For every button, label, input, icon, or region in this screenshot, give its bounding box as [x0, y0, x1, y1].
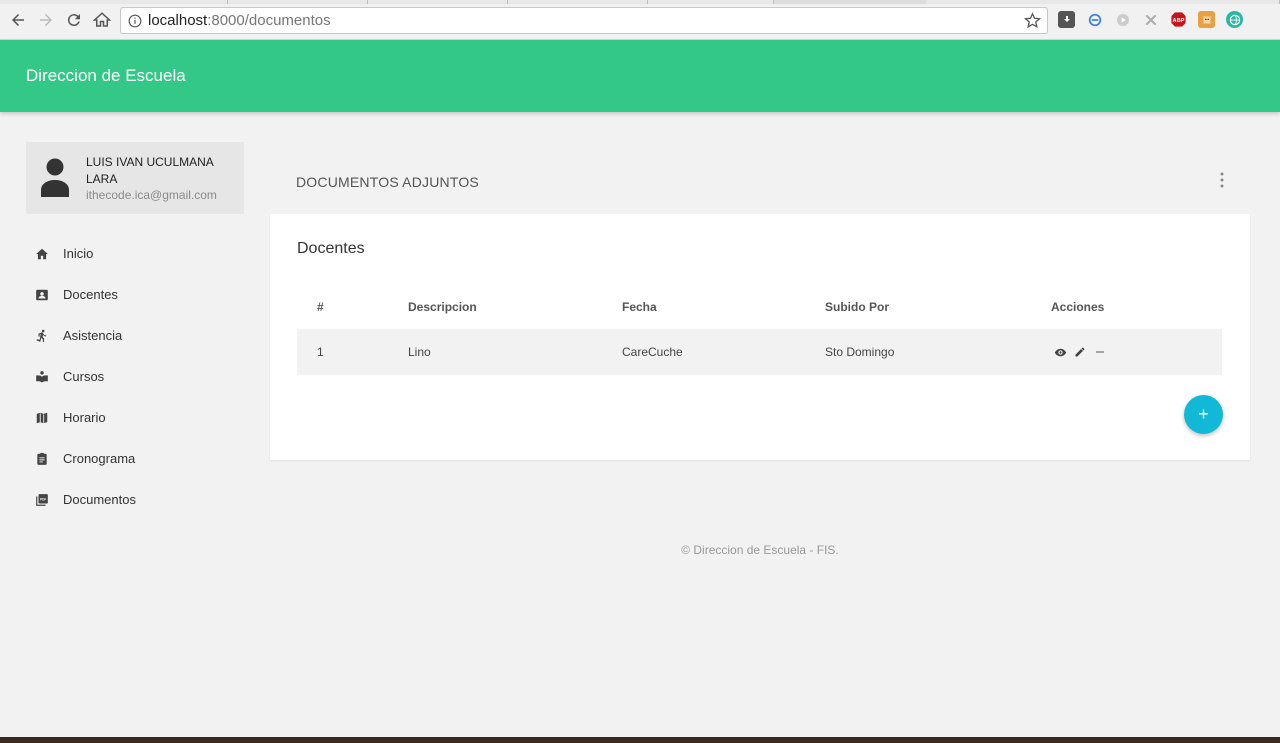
- bookmark-star-icon[interactable]: [1024, 12, 1041, 29]
- minus-icon: [1096, 351, 1104, 353]
- home-icon: [36, 248, 48, 259]
- download-extension-icon[interactable]: [1058, 11, 1075, 28]
- forward-button[interactable]: [36, 10, 56, 30]
- user-email: ithecode.ica@gmail.com: [86, 188, 217, 202]
- cell-subido-por: Sto Domingo: [825, 345, 895, 359]
- browser-tab[interactable]: [0, 0, 228, 4]
- back-button[interactable]: [8, 10, 28, 30]
- sidebar-item-label: Docentes: [63, 287, 118, 302]
- row-actions: [1053, 345, 1107, 359]
- cell-fecha: CareCuche: [622, 345, 683, 359]
- sidebar-item-cursos[interactable]: Cursos: [26, 356, 244, 397]
- column-header: Acciones: [1051, 300, 1105, 314]
- browser-tab[interactable]: [648, 0, 774, 4]
- sidebar-menu: Inicio Docentes Asistencia Cursos Horari…: [26, 233, 244, 520]
- sidebar-item-label: Inicio: [63, 246, 94, 261]
- reload-button[interactable]: [64, 10, 84, 30]
- arrow-right-icon: [40, 14, 52, 26]
- reload-icon: [67, 14, 80, 27]
- globe-extension-icon[interactable]: [1226, 11, 1243, 28]
- info-icon[interactable]: [128, 14, 142, 28]
- home-outline-icon: [93, 12, 111, 27]
- footer-text: © Direccion de Escuela - FIS.: [681, 543, 839, 557]
- adblock-extension-icon[interactable]: ABP: [1170, 11, 1187, 28]
- sidebar-item-label: Horario: [63, 410, 106, 425]
- book-icon: [36, 370, 48, 383]
- browser-toolbar: localhost:8000/documentos ABP: [0, 0, 1280, 40]
- url-host: localhost: [148, 12, 208, 29]
- sidebar-item-documentos[interactable]: PDF Documentos: [26, 479, 244, 520]
- remove-button[interactable]: [1093, 345, 1107, 359]
- table-header: # Descripcion Fecha Subido Por Acciones: [297, 292, 1222, 329]
- contact-card-icon: [36, 289, 48, 300]
- browser-tab[interactable]: [368, 0, 508, 4]
- plus-icon: +: [1198, 404, 1209, 424]
- tools-extension-icon[interactable]: [1142, 11, 1159, 28]
- app-title[interactable]: Direccion de Escuela: [26, 66, 186, 86]
- sidebar-item-label: Documentos: [63, 492, 136, 507]
- desktop-edge: [0, 737, 1280, 743]
- column-header[interactable]: #: [317, 300, 324, 314]
- running-person-icon: [36, 329, 47, 342]
- map-icon: [36, 412, 48, 423]
- sidebar-item-asistencia[interactable]: Asistencia: [26, 315, 244, 356]
- card-title: Docentes: [297, 240, 365, 257]
- user-avatar-icon: [41, 158, 69, 197]
- svg-text:PDF: PDF: [40, 497, 46, 501]
- documents-table: # Descripcion Fecha Subido Por Acciones …: [297, 292, 1222, 375]
- user-card: LUIS IVAN UCULMANA LARA ithecode.ica@gma…: [26, 142, 244, 214]
- edit-button[interactable]: [1073, 345, 1087, 359]
- sidebar-item-label: Cursos: [63, 369, 105, 384]
- sidebar-item-inicio[interactable]: Inicio: [26, 233, 244, 274]
- more-options-button[interactable]: [1214, 170, 1230, 190]
- sync-extension-icon[interactable]: [1086, 11, 1103, 28]
- section-title: DOCUMENTOS ADJUNTOS: [296, 174, 479, 190]
- pdf-icon: PDF: [36, 493, 48, 506]
- tab-strip: [0, 0, 1280, 4]
- url-path: :8000/documentos: [207, 12, 331, 29]
- view-button[interactable]: [1053, 345, 1067, 359]
- sidebar-item-cronograma[interactable]: Cronograma: [26, 438, 244, 479]
- cell-id: 1: [317, 345, 324, 359]
- sidebar-item-label: Cronograma: [63, 451, 136, 466]
- cell-descripcion: Lino: [408, 345, 431, 359]
- browser-tab[interactable]: [926, 0, 1280, 4]
- column-header[interactable]: Descripcion: [408, 300, 477, 314]
- user-name: LUIS IVAN UCULMANA LARA: [86, 155, 214, 186]
- column-header[interactable]: Fecha: [622, 300, 657, 314]
- eye-icon: [1054, 348, 1066, 356]
- url-text: localhost:8000/documentos: [148, 12, 331, 29]
- svg-text:ABP: ABP: [1173, 18, 1185, 24]
- add-document-button[interactable]: +: [1184, 395, 1223, 434]
- address-bar[interactable]: localhost:8000/documentos: [120, 7, 1048, 34]
- documents-card: Docentes # Descripcion Fecha Subido Por …: [270, 214, 1250, 460]
- browser-tab[interactable]: [508, 0, 648, 4]
- clipboard-icon: [37, 452, 47, 465]
- table-row: 1 Lino CareCuche Sto Domingo: [297, 329, 1222, 375]
- sidebar-item-label: Asistencia: [63, 328, 123, 343]
- column-header[interactable]: Subido Por: [825, 300, 889, 314]
- face-extension-icon[interactable]: [1198, 11, 1215, 28]
- home-button[interactable]: [92, 10, 112, 30]
- sidebar-item-horario[interactable]: Horario: [26, 397, 244, 438]
- play-extension-icon[interactable]: [1114, 11, 1131, 28]
- sidebar-item-docentes[interactable]: Docentes: [26, 274, 244, 315]
- arrow-left-icon: [12, 14, 24, 26]
- browser-tab[interactable]: [228, 0, 368, 4]
- more-vertical-icon: [1220, 172, 1224, 188]
- pencil-icon: [1075, 347, 1085, 357]
- app-header: Direccion de Escuela: [0, 40, 1280, 112]
